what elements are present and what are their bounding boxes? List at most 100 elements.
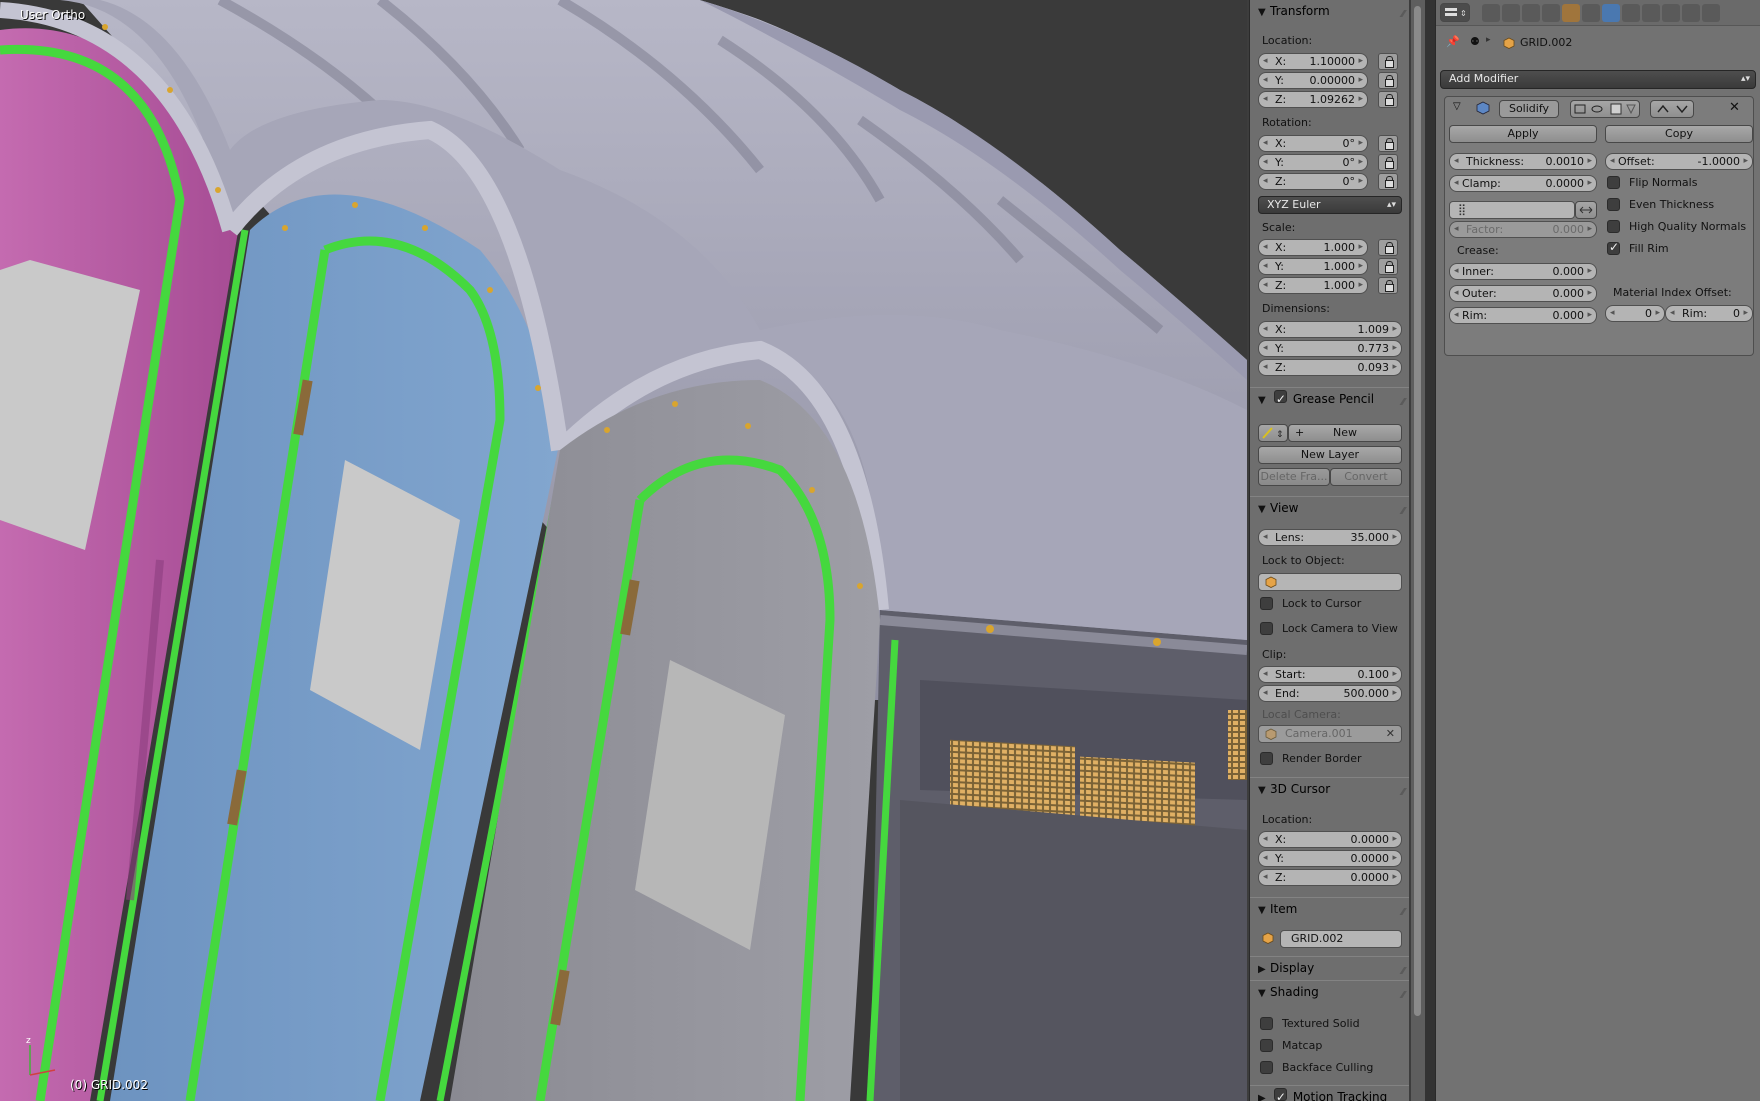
lock-scale-z-icon[interactable] bbox=[1378, 277, 1398, 294]
dimension-x-field[interactable]: X:1.009 bbox=[1258, 321, 1402, 338]
grease-pencil-new-button[interactable]: + New bbox=[1288, 424, 1402, 442]
apply-button[interactable]: Apply bbox=[1449, 125, 1597, 143]
scale-x-field[interactable]: X:1.000 bbox=[1258, 239, 1368, 256]
object-tab-icon[interactable] bbox=[1562, 4, 1580, 22]
textured-solid-checkbox[interactable]: Textured Solid bbox=[1260, 1017, 1360, 1030]
delete-frame-button[interactable]: Delete Fra... bbox=[1258, 468, 1330, 486]
rotation-x-field[interactable]: X:0° bbox=[1258, 135, 1368, 152]
remove-modifier-icon[interactable]: ✕ bbox=[1729, 100, 1740, 115]
high-quality-normals-checkbox[interactable]: High Quality Normals bbox=[1607, 220, 1746, 233]
lock-scale-x-icon[interactable] bbox=[1378, 239, 1398, 256]
cursor-x-field[interactable]: X:0.0000 bbox=[1258, 831, 1402, 848]
lock-object-field[interactable] bbox=[1258, 573, 1402, 591]
lock-rotation-y-icon[interactable] bbox=[1378, 154, 1398, 171]
drag-grip-icon[interactable]: ⁄⁄⁄⁄ bbox=[1401, 4, 1405, 26]
drag-grip-icon[interactable]: ⁄⁄⁄⁄ bbox=[1401, 392, 1405, 414]
texture-tab-icon[interactable] bbox=[1662, 4, 1680, 22]
material-index-field[interactable]: 0 bbox=[1605, 305, 1665, 322]
lock-rotation-z-icon[interactable] bbox=[1378, 173, 1398, 190]
grease-pencil-enable-checkbox[interactable] bbox=[1273, 388, 1293, 410]
fill-rim-checkbox[interactable]: Fill Rim bbox=[1607, 240, 1669, 255]
transform-panel-header[interactable]: ▼ Transform ⁄⁄⁄⁄ bbox=[1250, 0, 1409, 22]
drag-grip-icon[interactable]: ⁄⁄⁄⁄ bbox=[1401, 501, 1405, 523]
constraints-tab-icon[interactable] bbox=[1582, 4, 1600, 22]
view-panel-header[interactable]: ▼ View ⁄⁄⁄⁄ bbox=[1250, 496, 1409, 518]
world-tab-icon[interactable] bbox=[1542, 4, 1560, 22]
modifiers-tab-icon[interactable] bbox=[1602, 4, 1620, 22]
particles-tab-icon[interactable] bbox=[1682, 4, 1700, 22]
3d-viewport[interactable]: z User Ortho (0) GRID.002 bbox=[0, 0, 1247, 1101]
move-modifier-buttons[interactable] bbox=[1650, 100, 1694, 118]
item-panel-header[interactable]: ▼ Item ⁄⁄⁄⁄ bbox=[1250, 897, 1409, 919]
pin-icon[interactable]: 📌 bbox=[1446, 35, 1460, 48]
panel-scrollbar[interactable] bbox=[1411, 0, 1425, 1101]
drag-grip-icon[interactable]: ⁄⁄⁄⁄ bbox=[1401, 782, 1405, 804]
matcap-checkbox[interactable]: Matcap bbox=[1260, 1039, 1322, 1052]
motion-tracking-panel-header[interactable]: ▶ Motion Tracking bbox=[1250, 1085, 1409, 1101]
lock-rotation-x-icon[interactable] bbox=[1378, 135, 1398, 152]
cursor-z-field[interactable]: Z:0.0000 bbox=[1258, 869, 1402, 886]
data-tab-icon[interactable] bbox=[1622, 4, 1640, 22]
render-border-checkbox[interactable]: Render Border bbox=[1260, 752, 1362, 765]
scene-tab-icon[interactable] bbox=[1522, 4, 1540, 22]
crease-rim-field[interactable]: Rim:0.000 bbox=[1449, 307, 1597, 324]
material-rim-field[interactable]: Rim:0 bbox=[1665, 305, 1753, 322]
dimension-z-field[interactable]: Z:0.093 bbox=[1258, 359, 1402, 376]
physics-tab-icon[interactable] bbox=[1702, 4, 1720, 22]
lock-location-x-icon[interactable] bbox=[1378, 53, 1398, 70]
local-camera-field[interactable]: Camera.001 ✕ bbox=[1258, 725, 1402, 743]
lock-to-cursor-checkbox[interactable]: Lock to Cursor bbox=[1260, 597, 1361, 610]
grease-pencil-panel-header[interactable]: ▼ Grease Pencil ⁄⁄⁄⁄ bbox=[1250, 387, 1409, 410]
render-tab-icon[interactable] bbox=[1482, 4, 1500, 22]
collapse-modifier-icon[interactable]: ▽ bbox=[1453, 101, 1461, 112]
invert-vertex-group-icon[interactable] bbox=[1575, 201, 1597, 219]
modifier-name-field[interactable]: Solidify bbox=[1499, 100, 1559, 118]
scale-z-field[interactable]: Z:1.000 bbox=[1258, 277, 1368, 294]
crease-outer-field[interactable]: Outer:0.000 bbox=[1449, 285, 1597, 302]
flip-normals-checkbox[interactable]: Flip Normals bbox=[1607, 176, 1697, 189]
display-panel-header[interactable]: ▶ Display ⁄⁄⁄⁄ bbox=[1250, 956, 1409, 978]
cursor-y-field[interactable]: Y:0.0000 bbox=[1258, 850, 1402, 867]
drag-grip-icon[interactable]: ⁄⁄⁄⁄ bbox=[1401, 902, 1405, 924]
material-tab-icon[interactable] bbox=[1642, 4, 1660, 22]
copy-button[interactable]: Copy bbox=[1605, 125, 1753, 143]
lock-camera-to-view-checkbox[interactable]: Lock Camera to View bbox=[1260, 622, 1398, 635]
rotation-z-field[interactable]: Z:0° bbox=[1258, 173, 1368, 190]
grease-pencil-draw-icon[interactable]: ⇕ bbox=[1258, 424, 1288, 442]
clip-end-field[interactable]: End:500.000 bbox=[1258, 685, 1402, 702]
editor-type-menu[interactable]: ⇕ bbox=[1440, 3, 1470, 22]
location-z-field[interactable]: Z:1.09262 bbox=[1258, 91, 1368, 108]
location-x-field[interactable]: X:1.10000 bbox=[1258, 53, 1368, 70]
clear-x-icon[interactable]: ✕ bbox=[1386, 726, 1395, 742]
scale-y-field[interactable]: Y:1.000 bbox=[1258, 258, 1368, 275]
clamp-field[interactable]: Clamp:0.0000 bbox=[1449, 175, 1597, 192]
backface-culling-checkbox[interactable]: Backface Culling bbox=[1260, 1061, 1373, 1074]
motion-tracking-checkbox[interactable] bbox=[1273, 1086, 1293, 1101]
modifier-visibility-toggles[interactable] bbox=[1570, 100, 1640, 118]
scrollbar-thumb[interactable] bbox=[1414, 6, 1421, 1016]
offset-field[interactable]: Offset:-1.0000 bbox=[1605, 153, 1753, 170]
convert-button[interactable]: Convert bbox=[1330, 468, 1402, 486]
new-layer-button[interactable]: New Layer bbox=[1258, 446, 1402, 464]
location-y-field[interactable]: Y:0.00000 bbox=[1258, 72, 1368, 89]
area-divider[interactable] bbox=[1425, 0, 1435, 1101]
even-thickness-checkbox[interactable]: Even Thickness bbox=[1607, 198, 1714, 211]
factor-field[interactable]: Factor:0.000 bbox=[1449, 221, 1597, 238]
drag-grip-icon[interactable]: ⁄⁄⁄⁄ bbox=[1401, 985, 1405, 1007]
crease-inner-field[interactable]: Inner:0.000 bbox=[1449, 263, 1597, 280]
3d-cursor-panel-header[interactable]: ▼ 3D Cursor ⁄⁄⁄⁄ bbox=[1250, 777, 1409, 799]
vertex-group-field[interactable]: ⣿ bbox=[1449, 201, 1575, 219]
rotation-mode-select[interactable]: XYZ Euler ▴▾ bbox=[1258, 196, 1402, 214]
lock-location-z-icon[interactable] bbox=[1378, 91, 1398, 108]
lock-location-y-icon[interactable] bbox=[1378, 72, 1398, 89]
lens-field[interactable]: Lens:35.000 bbox=[1258, 529, 1402, 546]
rotation-y-field[interactable]: Y:0° bbox=[1258, 154, 1368, 171]
dimension-y-field[interactable]: Y:0.773 bbox=[1258, 340, 1402, 357]
thickness-field[interactable]: Thickness:0.0010 bbox=[1449, 153, 1597, 170]
add-modifier-menu[interactable]: Add Modifier ▴▾ bbox=[1440, 70, 1756, 89]
lock-scale-y-icon[interactable] bbox=[1378, 258, 1398, 275]
render-layers-tab-icon[interactable] bbox=[1502, 4, 1520, 22]
object-name-field[interactable]: GRID.002 bbox=[1280, 930, 1402, 948]
shading-panel-header[interactable]: ▼ Shading ⁄⁄⁄⁄ bbox=[1250, 980, 1409, 1002]
clip-start-field[interactable]: Start:0.100 bbox=[1258, 666, 1402, 683]
